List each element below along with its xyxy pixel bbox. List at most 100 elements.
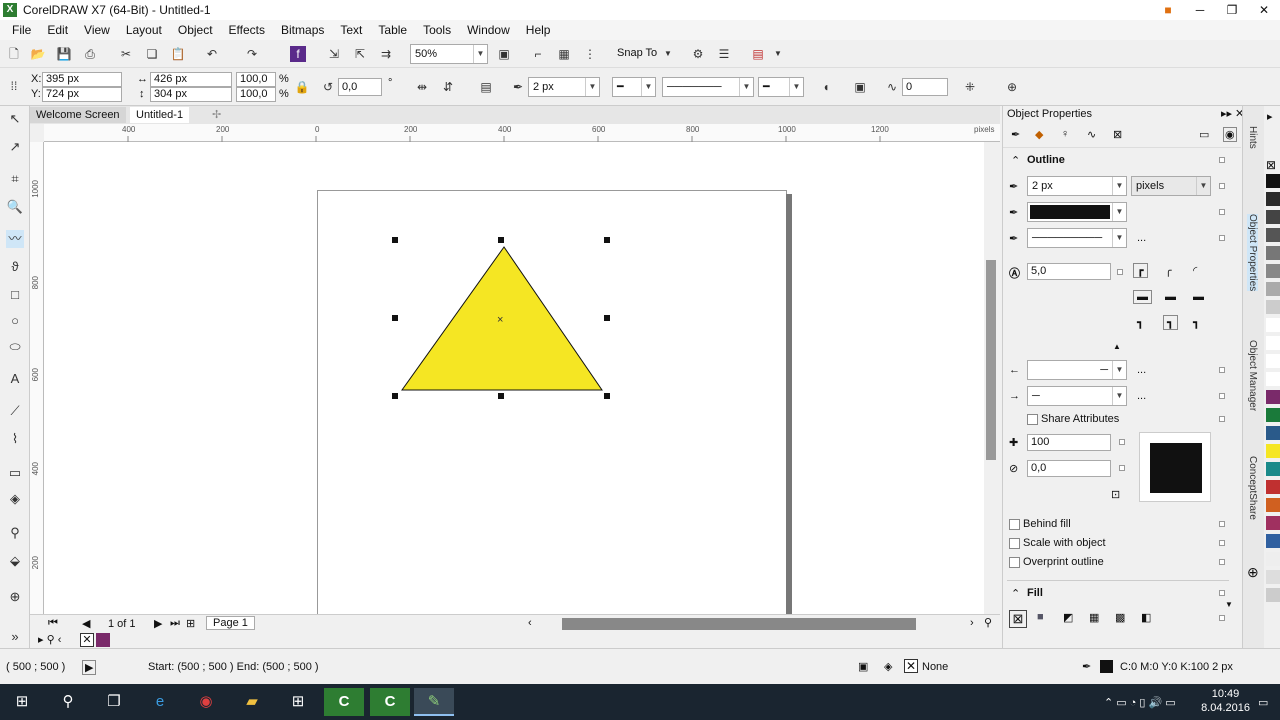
bitmap-pattern-icon[interactable]: ▩ [1115,611,1125,624]
tray-icons[interactable]: ⌃ ▭ ◔ ▯ 🔊 ▭ [1104,696,1176,709]
polygon-tool-icon[interactable]: ⬭ [6,338,24,356]
color-swatch[interactable] [1266,408,1280,422]
copy-icon[interactable]: ❏ [144,46,160,62]
outline-style-select[interactable]: ───────── ▼ [1027,228,1127,248]
outside-position-icon[interactable]: ┓ [1137,316,1144,329]
print-icon[interactable]: ⎙ [82,46,98,62]
pick-tool-icon[interactable]: ↖ [6,110,24,128]
shape-tool-icon[interactable]: ↗ [6,138,24,156]
docker-pin-icon[interactable] [1219,393,1225,399]
inside-position-icon[interactable]: ┓ [1193,316,1200,329]
color-proofing-icon[interactable]: ▣ [858,660,868,673]
scale-with-object-checkbox[interactable] [1009,538,1020,549]
color-swatch[interactable] [1266,336,1280,350]
camtasia-recorder-icon[interactable]: C [370,688,410,716]
frame-tab-icon[interactable]: ▭ [1199,128,1209,141]
color-swatch[interactable] [1266,300,1280,314]
menu-text[interactable]: Text [332,23,370,37]
transparency-tab-icon[interactable]: ♀ [1061,128,1069,140]
wrap-text-icon[interactable]: ▤ [478,79,494,95]
color-swatch[interactable] [1266,462,1280,476]
show-grid-icon[interactable]: ▦ [556,46,572,62]
connector-tool-icon[interactable]: ⌇ [6,430,24,448]
docker-pin-icon[interactable] [1219,157,1225,163]
store-icon[interactable]: ⊞ [278,688,318,716]
parallel-dimension-icon[interactable]: ⟋ [6,402,24,420]
maximize-button[interactable]: ❐ [1216,0,1248,20]
docker-pin-icon[interactable] [1119,465,1125,471]
system-clock[interactable]: 10:49 8.04.2016 [1201,687,1250,715]
app-menu-icon[interactable]: ■ [1152,0,1184,20]
color-swatch[interactable] [1266,282,1280,296]
paste-icon[interactable]: 📋 [170,46,186,62]
drop-shadow-icon[interactable]: ▭ [6,464,24,482]
cut-icon[interactable]: ✂ [118,46,134,62]
scroll-thumb[interactable] [986,260,996,460]
object-width-input[interactable]: 426 px [150,72,232,87]
outline-width-select[interactable]: 2 px ▼ [528,77,600,97]
docker-pin-icon[interactable] [1219,367,1225,373]
color-swatch[interactable] [1266,192,1280,206]
menu-bitmaps[interactable]: Bitmaps [273,23,332,37]
start-arrowhead-select[interactable]: ─ ▼ [1027,360,1127,380]
color-swatch[interactable] [1266,516,1280,530]
start-windows-icon[interactable]: ⊞ [2,688,42,716]
docker-pin-icon[interactable] [1219,235,1225,241]
tab-hints[interactable]: Hints [1247,126,1258,149]
application-launcher-icon[interactable]: ☰ [716,46,732,62]
color-swatch[interactable] [1266,570,1280,584]
color-swatch[interactable] [1266,588,1280,602]
vertical-scrollbar[interactable] [984,142,1000,614]
snap-to-button[interactable]: Snap To [617,47,657,59]
add-docker-icon[interactable]: ⊕ [1247,564,1259,581]
object-height-input[interactable]: 304 px [150,87,232,102]
color-swatch[interactable] [1266,534,1280,548]
chevron-down-icon[interactable]: ▼ [660,46,676,62]
new-document-icon[interactable]: 🗋 [6,46,22,62]
zoom-icon[interactable]: ⚲ [984,616,992,629]
color-swatch[interactable] [1266,498,1280,512]
bevel-join-icon[interactable]: ◜ [1193,264,1197,277]
tab-welcome-screen[interactable]: Welcome Screen [30,107,126,123]
color-swatch[interactable] [1266,318,1280,332]
minimize-button[interactable]: ─ [1184,0,1216,20]
menu-edit[interactable]: Edit [39,23,76,37]
color-swatch[interactable] [1266,480,1280,494]
next-page-icon[interactable]: ▶ [154,617,162,630]
mirror-vertical-icon[interactable]: ⇵ [440,79,456,95]
reset-nib-icon[interactable]: ⊡ [1111,488,1120,501]
new-tab-icon[interactable]: ✢ [206,107,227,123]
add-page-icon[interactable]: ⊞ [186,617,195,630]
collapse-arrow-icon[interactable]: ▲ [1113,342,1121,351]
menu-tools[interactable]: Tools [415,23,459,37]
zoom-level-select[interactable]: 50% ▼ [410,44,488,64]
y-position-input[interactable]: 724 px [42,87,122,102]
docker-pin-icon[interactable] [1219,590,1225,596]
tab-page-1[interactable]: Page 1 [206,616,255,630]
fill-tab-icon[interactable]: ◆ [1035,128,1043,141]
overprint-outline-checkbox[interactable] [1009,557,1020,568]
scroll-right-icon[interactable]: › [970,617,974,629]
square-cap-icon[interactable]: ▬ [1193,291,1204,303]
expand-toolbox-icon[interactable]: » [6,628,24,646]
scale-y-input[interactable]: 100,0 [236,87,276,102]
camtasia-icon[interactable]: C [324,688,364,716]
miter-join-icon[interactable]: ┏ [1133,263,1148,278]
rectangle-tool-icon[interactable]: □ [6,286,24,304]
previous-page-icon[interactable]: ◀ [82,617,90,630]
tab-object-properties[interactable]: Object Properties [1247,214,1258,292]
more-options-button[interactable]: ... [1137,232,1146,244]
to-back-icon[interactable]: ▣ [852,79,868,95]
coreldraw-taskbar-icon[interactable]: ✎ [414,688,454,716]
interactive-fill-icon[interactable]: ⬙ [6,552,24,570]
round-cap-icon[interactable]: ▬ [1165,291,1176,303]
drawing-canvas[interactable]: × [44,142,984,614]
chevron-down-icon[interactable]: ▼ [770,46,786,62]
export-icon[interactable]: ⇱ [352,46,368,62]
eyedropper-icon[interactable]: ⚲ [6,524,24,542]
uniform-fill-icon[interactable]: ■ [1037,611,1044,623]
docker-pin-icon[interactable] [1219,183,1225,189]
miter-limit-input[interactable]: 5,0 [1027,263,1111,280]
no-color-swatch[interactable]: ✕ [80,633,94,647]
smoothing-input[interactable]: 0 [902,78,948,96]
